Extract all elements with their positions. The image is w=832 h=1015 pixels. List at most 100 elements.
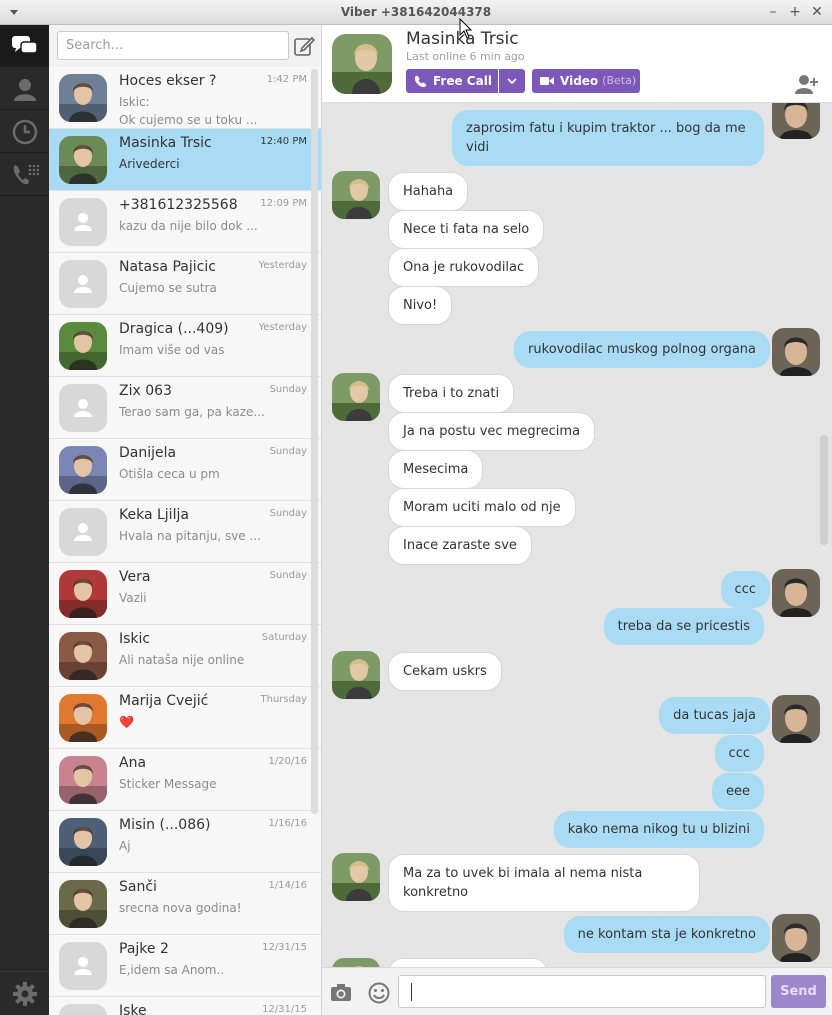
conversation-time: 1/20/16	[268, 756, 307, 767]
conversation-preview: Iskic: Ok cujemo se u toku ...	[119, 93, 269, 129]
conversation-row[interactable]: Natasa Pajicic Yesterday Cujemo se sutra	[49, 253, 321, 315]
preview-line: ❤️	[119, 715, 134, 729]
incoming-message[interactable]: Hahaha	[388, 172, 469, 211]
conversation-row[interactable]: Hoces ekser ? 1:42 PM Iskic: Ok cujemo se u…	[49, 67, 321, 129]
conversation-name: Iske	[119, 1003, 147, 1015]
video-camera-icon	[540, 77, 554, 85]
conversation-row[interactable]: Sanči 1/14/16 srecna nova godina!	[49, 873, 321, 935]
conversation-row[interactable]: Iskic Saturday Ali nataša nije online	[49, 625, 321, 687]
conversation-name: +381612325568	[119, 197, 238, 213]
conversation-row[interactable]: +381612325568 12:09 PM kazu da nije bilo d…	[49, 191, 321, 253]
outgoing-message[interactable]: eee	[712, 773, 764, 810]
default-avatar-icon	[59, 942, 107, 990]
clock-icon	[12, 119, 37, 144]
contact-photo	[59, 818, 107, 866]
outgoing-message[interactable]: ne kontam sta je konkretno	[563, 916, 770, 953]
my-avatar[interactable]	[772, 914, 820, 962]
contact-avatar-small[interactable]	[332, 171, 380, 219]
video-label: Video	[560, 74, 599, 88]
outgoing-message[interactable]: rukovodilac muskog polnog organa	[514, 331, 770, 368]
outgoing-message[interactable]: zaprosim fatu i kupim traktor ... bog da…	[452, 110, 764, 166]
close-button[interactable]: ✕	[806, 0, 828, 25]
incoming-message[interactable]: Nece ti fata na selo	[388, 210, 545, 249]
preview-line: Arivederci	[119, 157, 180, 171]
conversation-row[interactable]: Dragica (...409) Yesterday Imam više od va…	[49, 315, 321, 377]
rail-dialpad[interactable]	[0, 154, 49, 196]
contact-avatar-small[interactable]	[332, 853, 380, 901]
conversation-row[interactable]: Marija Cvejić Thursday ❤️	[49, 687, 321, 749]
outgoing-message[interactable]: kako nema nikog tu u blizini	[553, 811, 764, 848]
search-input[interactable]	[57, 31, 289, 60]
video-beta-label: (Beta)	[602, 74, 637, 87]
contact-avatar[interactable]	[332, 34, 392, 94]
my-avatar[interactable]	[772, 695, 820, 743]
maximize-button[interactable]: +	[784, 0, 806, 25]
chat-scrollbar[interactable]	[820, 435, 828, 545]
incoming-message[interactable]: Moram uciti malo od nje	[388, 488, 576, 527]
compose-icon[interactable]	[293, 35, 315, 57]
outgoing-message[interactable]: ccc	[714, 735, 764, 772]
window-menu-icon[interactable]	[10, 10, 18, 15]
message-input[interactable]	[398, 975, 766, 1008]
message-area[interactable]: zaprosim fatu i kupim traktor ... bog da…	[322, 103, 832, 967]
rail-contacts[interactable]	[0, 68, 49, 110]
free-call-button[interactable]: Free Call	[406, 69, 498, 93]
conversation-row[interactable]: Masinka Trsic 12:40 PM Arivederci	[49, 129, 321, 191]
conversation-list: Hoces ekser ? 1:42 PM Iskic: Ok cujemo se u…	[49, 25, 322, 1015]
search-bar	[49, 25, 321, 67]
my-avatar[interactable]	[772, 103, 820, 139]
incoming-message[interactable]: Treba i to znati	[388, 374, 515, 413]
incoming-message[interactable]: Cekam uskrs	[388, 652, 502, 691]
conversation-time: Saturday	[261, 632, 307, 643]
conversation-name: Keka Ljilja	[119, 507, 189, 523]
outgoing-message[interactable]: ccc	[720, 571, 770, 608]
conversation-row[interactable]: Vera Sunday Vazii	[49, 563, 321, 625]
conversation-name: Iskic	[119, 631, 151, 647]
chevron-down-icon	[507, 77, 517, 84]
video-call-button[interactable]: Video (Beta)	[532, 69, 640, 93]
conversation-preview: Terao sam ga, pa kaze...	[119, 403, 269, 421]
conversation-row[interactable]: Ana 1/20/16 Sticker Message	[49, 749, 321, 811]
incoming-message[interactable]: Ma za to uvek bi imala al nema nista kon…	[388, 854, 700, 912]
rail-chats[interactable]	[0, 25, 49, 67]
rail-settings[interactable]	[0, 971, 49, 1015]
conversation-time: 12/31/15	[262, 1004, 307, 1015]
call-options-button[interactable]	[499, 69, 525, 93]
emoji-icon[interactable]	[368, 982, 390, 1004]
contact-avatar-small[interactable]	[332, 373, 380, 421]
conversation-row[interactable]: Danijela Sunday Otišla ceca u pm	[49, 439, 321, 501]
send-button[interactable]: Send	[771, 975, 826, 1008]
preview-line: Aj	[119, 839, 131, 853]
conversation-row[interactable]: Keka Ljilja Sunday Hvala na pitanju, sve .…	[49, 501, 321, 563]
list-scrollbar[interactable]	[311, 69, 318, 814]
conversation-row[interactable]: Iske 12/31/15	[49, 997, 321, 1015]
incoming-message[interactable]: Ona je rukovodilac	[388, 248, 540, 287]
outgoing-message[interactable]: treba da se pricestis	[603, 608, 764, 645]
conversation-time: 1/14/16	[268, 880, 307, 891]
conversation-preview: ❤️	[119, 713, 269, 731]
incoming-message[interactable]: Nivo!	[388, 286, 453, 325]
camera-icon[interactable]	[330, 982, 352, 1004]
rail-recents[interactable]	[0, 111, 49, 153]
incoming-message[interactable]: Ja na postu vec megrecima	[388, 412, 596, 451]
conversation-row[interactable]: Misin (...086) 1/16/16 Aj	[49, 811, 321, 873]
preview-line: Ali nataša nije online	[119, 653, 245, 667]
chat-bubbles-icon	[11, 35, 38, 54]
incoming-message[interactable]: Inace zaraste sve	[388, 526, 532, 565]
conversation-name: Pajke 2	[119, 941, 169, 957]
conversation-row[interactable]: Pajke 2 12/31/15 E,idem sa Anom..	[49, 935, 321, 997]
conversation-name: Hoces ekser ?	[119, 73, 217, 89]
conversation-preview: Aj	[119, 837, 269, 855]
contact-avatar-small[interactable]	[332, 958, 380, 967]
minimize-button[interactable]: –	[762, 0, 784, 25]
incoming-message-partial[interactable]	[388, 958, 548, 967]
my-avatar[interactable]	[772, 569, 820, 617]
incoming-message[interactable]: Mesecima	[388, 450, 484, 489]
outgoing-message[interactable]: da tucas jaja	[659, 697, 770, 734]
conversation-row[interactable]: Zix 063 Sunday Terao sam ga, pa kaze...	[49, 377, 321, 439]
default-avatar-icon	[59, 198, 107, 246]
contact-avatar-small[interactable]	[332, 651, 380, 699]
my-avatar[interactable]	[772, 328, 820, 376]
add-contact-icon[interactable]	[794, 73, 820, 95]
chat-header: Masinka Trsic Last online 6 min ago Free…	[322, 25, 832, 103]
